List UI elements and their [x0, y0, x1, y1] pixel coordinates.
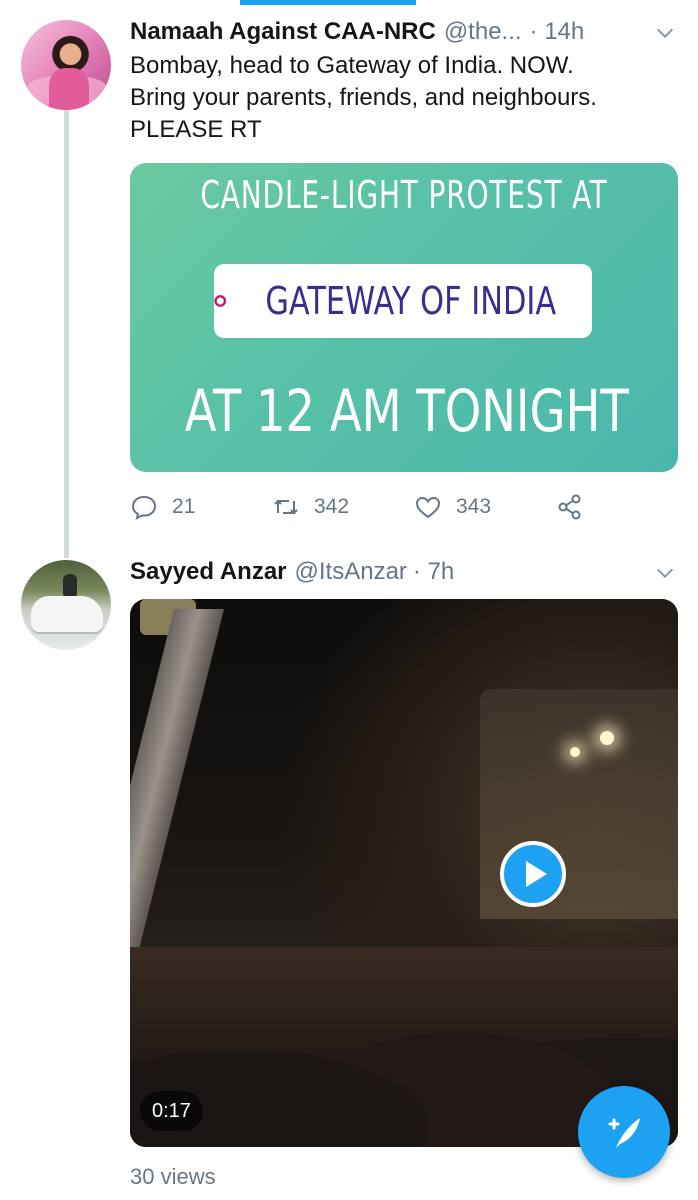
reply-icon [131, 495, 157, 520]
reply-count: 21 [172, 495, 196, 518]
card-time-text: AT 12 AM TONIGHT [184, 377, 629, 445]
share-icon [558, 494, 581, 520]
chevron-down-icon[interactable] [654, 562, 676, 584]
play-icon[interactable] [500, 841, 566, 907]
tweet-header: Sayyed Anzar @ItsAnzar · 7h [130, 555, 454, 589]
retweet-button[interactable]: 342 [272, 493, 414, 521]
like-count: 343 [456, 495, 492, 518]
tweet-actions: 21 342 343 [130, 490, 584, 524]
retweet-count: 342 [314, 495, 350, 518]
tweet-text: Bombay, head to Gateway of India. NOW. B… [130, 50, 678, 146]
tweet-image-card[interactable]: CANDLE-LIGHT PROTEST AT GATEWAY OF INDIA… [130, 163, 678, 472]
tweet-text-line: PLEASE RT [130, 116, 262, 143]
reply-button[interactable]: 21 [130, 493, 272, 521]
avatar[interactable] [21, 20, 111, 110]
avatar[interactable] [21, 560, 111, 650]
user-name[interactable]: Sayyed Anzar [130, 558, 287, 586]
video-duration: 0:17 [140, 1091, 203, 1131]
avatar-car [31, 596, 103, 632]
thread-connector-line [64, 110, 69, 558]
video-scene-lamp [600, 731, 614, 745]
chevron-down-icon[interactable] [654, 22, 676, 44]
location-pin-icon [214, 295, 227, 307]
tweet-video[interactable]: 0:17 [130, 599, 678, 1147]
like-icon [415, 496, 441, 519]
user-name[interactable]: Namaah Against CAA-NRC [130, 18, 436, 46]
tweet-header: Namaah Against CAA-NRC @the... · 14h [130, 15, 584, 49]
view-count: 30 views [130, 1164, 216, 1189]
avatar-figure [63, 574, 77, 596]
tweet-text-line: Bombay, head to Gateway of India. NOW. [130, 52, 574, 79]
tweet-time: · 14h [529, 18, 585, 45]
location-name: GATEWAY OF INDIA [264, 279, 556, 323]
tweet-text-line: Bring your parents, friends, and neighbo… [130, 84, 597, 111]
location-sticker: GATEWAY OF INDIA [214, 264, 592, 338]
avatar-figure [49, 68, 89, 110]
tweet-time: · 7h [412, 558, 455, 585]
compose-icon [608, 1118, 640, 1148]
user-handle[interactable]: @the... [444, 18, 522, 46]
retweet-icon [274, 499, 298, 515]
top-progress-indicator [240, 0, 416, 5]
compose-tweet-button[interactable] [578, 1086, 670, 1178]
like-button[interactable]: 343 [414, 493, 556, 521]
card-headline: CANDLE-LIGHT PROTEST AT [200, 173, 608, 217]
user-handle[interactable]: @ItsAnzar [295, 558, 407, 586]
share-button[interactable] [556, 493, 584, 521]
video-scene-lamp [570, 747, 580, 757]
